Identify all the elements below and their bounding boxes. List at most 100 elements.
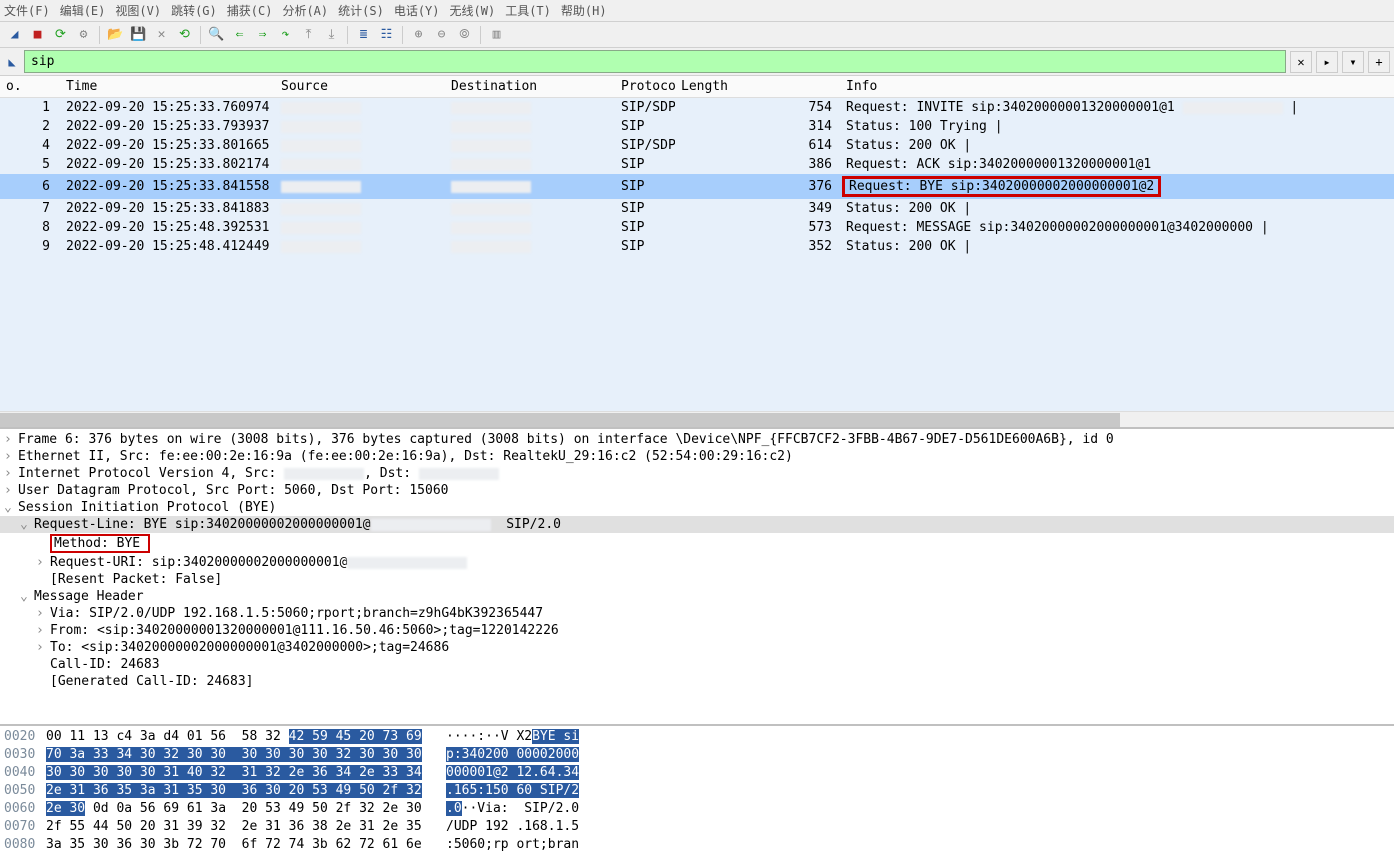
zoom-out-button[interactable]: ⊖: [431, 24, 452, 45]
collapse-toggle-icon[interactable]: ⌄: [20, 517, 34, 532]
menu-tools[interactable]: 工具(T): [505, 2, 551, 19]
tree-ethernet[interactable]: ›Ethernet II, Src: fe:ee:00:2e:16:9a (fe…: [0, 448, 1394, 465]
packet-row[interactable]: 42022-09-20 15:25:33.801665SIP/SDP614Sta…: [0, 136, 1394, 155]
tree-method[interactable]: Method: BYE: [0, 533, 1394, 554]
tree-via[interactable]: ›Via: SIP/2.0/UDP 192.168.1.5:5060;rport…: [0, 605, 1394, 622]
packet-bytes-pane[interactable]: 002000 11 13 c4 3a d4 01 56 58 32 42 59 …: [0, 726, 1394, 858]
zoom-in-button[interactable]: ⊕: [408, 24, 429, 45]
packet-list-pane[interactable]: o. Time Source Destination Protocol Leng…: [0, 76, 1394, 429]
menu-capture[interactable]: 捕获(C): [227, 2, 273, 19]
cell-destination: [445, 199, 615, 218]
hex-row[interactable]: 004030 30 30 30 30 31 40 32 31 32 2e 36 …: [4, 764, 1394, 782]
start-capture-button[interactable]: ◢: [4, 24, 25, 45]
packet-row[interactable]: 62022-09-20 15:25:33.841558SIP376Request…: [0, 174, 1394, 199]
col-header-source[interactable]: Source: [275, 76, 445, 98]
col-header-length[interactable]: Length: [675, 76, 840, 98]
hex-row[interactable]: 00602e 30 0d 0a 56 69 61 3a 20 53 49 50 …: [4, 800, 1394, 818]
packet-row[interactable]: 52022-09-20 15:25:33.802174SIP386Request…: [0, 155, 1394, 174]
expand-toggle-icon[interactable]: ›: [4, 466, 18, 481]
restart-capture-button[interactable]: ⟳: [50, 24, 71, 45]
tree-request-line[interactable]: ⌄Request-Line: BYE sip:34020000002000000…: [0, 516, 1394, 533]
packet-row[interactable]: 72022-09-20 15:25:33.841883SIP349Status:…: [0, 199, 1394, 218]
hex-row[interactable]: 002000 11 13 c4 3a d4 01 56 58 32 42 59 …: [4, 728, 1394, 746]
autoscroll-button[interactable]: ≣: [353, 24, 374, 45]
hex-ascii: .0··Via: SIP/2.0: [446, 800, 579, 818]
expand-toggle-icon[interactable]: ›: [36, 640, 50, 655]
col-header-no[interactable]: o.: [0, 76, 60, 98]
tree-from[interactable]: ›From: <sip:34020000001320000001@111.16.…: [0, 622, 1394, 639]
hex-row[interactable]: 003070 3a 33 34 30 32 30 30 30 30 30 30 …: [4, 746, 1394, 764]
filter-apply-button[interactable]: ▸: [1316, 51, 1338, 73]
packet-row[interactable]: 92022-09-20 15:25:48.412449SIP352Status:…: [0, 237, 1394, 256]
menu-wireless[interactable]: 无线(W): [450, 2, 496, 19]
menu-file[interactable]: 文件(F): [4, 2, 50, 19]
col-header-info[interactable]: Info: [840, 76, 1394, 98]
tree-to[interactable]: ›To: <sip:34020000002000000001@340200000…: [0, 639, 1394, 656]
scrollbar-thumb[interactable]: [0, 413, 1120, 427]
col-header-destination[interactable]: Destination: [445, 76, 615, 98]
reload-button[interactable]: ⟲: [174, 24, 195, 45]
packet-row[interactable]: 12022-09-20 15:25:33.760974SIP/SDP754Req…: [0, 98, 1394, 118]
find-button[interactable]: 🔍: [206, 24, 227, 45]
expand-toggle-icon[interactable]: ›: [36, 623, 50, 638]
menu-help[interactable]: 帮助(H): [561, 2, 607, 19]
packet-row[interactable]: 82022-09-20 15:25:48.392531SIP573Request…: [0, 218, 1394, 237]
menu-statistics[interactable]: 统计(S): [338, 2, 384, 19]
bookmark-icon[interactable]: ◣: [4, 55, 20, 69]
hex-offset: 0040: [4, 764, 46, 782]
tree-resent[interactable]: [Resent Packet: False]: [0, 571, 1394, 588]
collapse-toggle-icon[interactable]: ⌄: [20, 589, 34, 604]
filter-add-button[interactable]: +: [1368, 51, 1390, 73]
expand-toggle-icon[interactable]: ›: [36, 555, 50, 570]
display-filter-input[interactable]: [24, 50, 1286, 73]
filter-clear-button[interactable]: ✕: [1290, 51, 1312, 73]
open-file-button[interactable]: 📂: [105, 24, 126, 45]
tree-gen-call-id[interactable]: [Generated Call-ID: 24683]: [0, 673, 1394, 690]
zoom-reset-icon: ⦾: [459, 27, 469, 42]
goto-packet-button[interactable]: ↷: [275, 24, 296, 45]
menu-view[interactable]: 视图(V): [115, 2, 161, 19]
col-header-time[interactable]: Time: [60, 76, 275, 98]
capture-options-button[interactable]: ⚙: [73, 24, 94, 45]
col-header-protocol[interactable]: Protocol: [615, 76, 675, 98]
expand-toggle-icon[interactable]: ›: [4, 483, 18, 498]
toolbar-separator: [480, 26, 481, 44]
packet-details-pane[interactable]: ›Frame 6: 376 bytes on wire (3008 bits),…: [0, 429, 1394, 726]
hex-row[interactable]: 00702f 55 44 50 20 31 39 32 2e 31 36 38 …: [4, 818, 1394, 836]
hex-ascii: ····:··V X2BYE si: [446, 728, 579, 746]
hex-row[interactable]: 00502e 31 36 35 3a 31 35 30 36 30 20 53 …: [4, 782, 1394, 800]
menu-telephony[interactable]: 电话(Y): [394, 2, 440, 19]
tree-request-uri[interactable]: ›Request-URI: sip:34020000002000000001@: [0, 554, 1394, 571]
expand-toggle-icon[interactable]: ›: [36, 606, 50, 621]
hex-row[interactable]: 00803a 35 30 36 30 3b 72 70 6f 72 74 3b …: [4, 836, 1394, 854]
filter-history-button[interactable]: ▾: [1342, 51, 1364, 73]
resize-icon: ▥: [493, 27, 501, 42]
save-file-button[interactable]: 💾: [128, 24, 149, 45]
tree-call-id[interactable]: Call-ID: 24683: [0, 656, 1394, 673]
collapse-toggle-icon[interactable]: ⌄: [4, 500, 18, 515]
cell-length: 573: [675, 218, 840, 237]
menu-goto[interactable]: 跳转(G): [171, 2, 217, 19]
goto-first-button[interactable]: ⤒: [298, 24, 319, 45]
next-button[interactable]: ⇒: [252, 24, 273, 45]
tree-sip[interactable]: ⌄Session Initiation Protocol (BYE): [0, 499, 1394, 516]
horizontal-scrollbar[interactable]: [0, 411, 1394, 427]
menu-analyze[interactable]: 分析(A): [282, 2, 328, 19]
stop-capture-button[interactable]: ■: [27, 24, 48, 45]
menu-edit[interactable]: 编辑(E): [60, 2, 106, 19]
zoom-reset-button[interactable]: ⦾: [454, 24, 475, 45]
tree-udp[interactable]: ›User Datagram Protocol, Src Port: 5060,…: [0, 482, 1394, 499]
tree-ip[interactable]: ›Internet Protocol Version 4, Src: , Dst…: [0, 465, 1394, 482]
tree-message-header[interactable]: ⌄Message Header: [0, 588, 1394, 605]
close-file-button[interactable]: ✕: [151, 24, 172, 45]
prev-button[interactable]: ⇐: [229, 24, 250, 45]
resize-columns-button[interactable]: ▥: [486, 24, 507, 45]
goto-last-button[interactable]: ⤓: [321, 24, 342, 45]
expand-toggle-icon[interactable]: ›: [4, 432, 18, 447]
expand-toggle-icon[interactable]: ›: [4, 449, 18, 464]
tree-frame[interactable]: ›Frame 6: 376 bytes on wire (3008 bits),…: [0, 431, 1394, 448]
colorize-button[interactable]: ☷: [376, 24, 397, 45]
autoscroll-icon: ≣: [360, 27, 368, 42]
method-highlight: Method: BYE: [50, 534, 150, 553]
packet-row[interactable]: 22022-09-20 15:25:33.793937SIP314Status:…: [0, 117, 1394, 136]
